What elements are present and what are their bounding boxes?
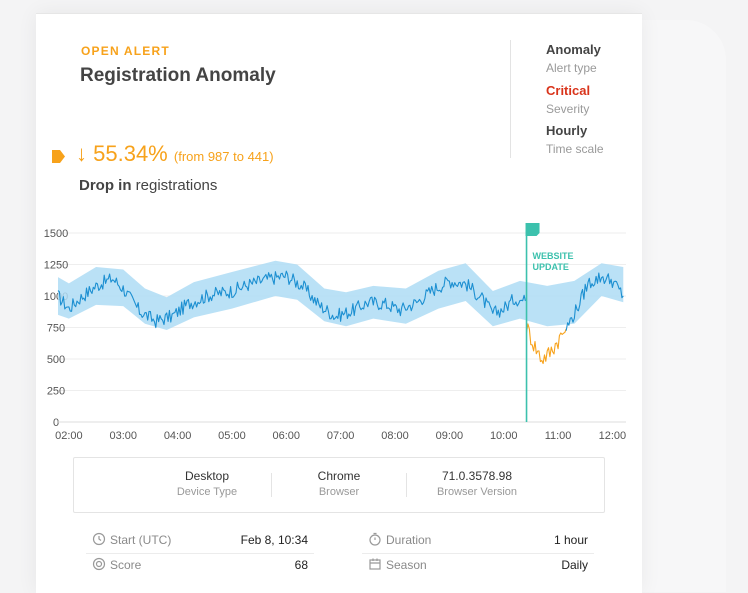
meta-time-scale-label: Time scale	[546, 142, 604, 156]
divider	[271, 473, 272, 497]
change-from-to: (from 987 to 441)	[173, 149, 274, 164]
x-tick-label: 04:00	[164, 430, 192, 442]
x-tick-label: 03:00	[109, 430, 137, 442]
y-tick-label: 1500	[44, 228, 68, 240]
x-tick-label: 07:00	[327, 430, 355, 442]
detail-duration-value: 1 hour	[553, 533, 588, 547]
dimension-browser-version-label: Browser Version	[436, 486, 518, 498]
clock-icon	[92, 532, 106, 546]
dimension-device-type: Desktop Device Type	[142, 469, 272, 498]
meta-time-scale: Hourly Time scale	[546, 123, 656, 156]
alert-meta: Anomaly Alert type Critical Severity Hou…	[510, 40, 604, 158]
meta-time-scale-value: Hourly	[546, 123, 588, 138]
meta-severity-value: Critical	[546, 83, 591, 98]
x-tick-label: 10:00	[490, 430, 518, 442]
meta-alert-type: Anomaly Alert type	[546, 42, 656, 75]
x-tick-label: 06:00	[273, 430, 301, 442]
dimension-browser: Chrome Browser	[274, 469, 404, 498]
detail-duration: Duration 1 hour	[362, 529, 594, 554]
flag-icon	[525, 223, 540, 236]
meta-alert-type-label: Alert type	[546, 61, 597, 75]
description-rest: registrations	[135, 177, 218, 194]
alert-title: Registration Anomaly	[80, 65, 276, 86]
score-icon	[92, 557, 106, 571]
detail-score-label: Score	[110, 558, 142, 572]
detail-start-value: Feb 8, 10:34	[240, 533, 308, 547]
dimension-browser-label: Browser	[318, 486, 360, 498]
dimension-browser-version: 71.0.3578.98 Browser Version	[412, 469, 542, 498]
x-tick-label: 11:00	[545, 430, 572, 442]
detail-season-value: Daily	[561, 558, 588, 572]
detail-duration-label: Duration	[386, 533, 432, 547]
dimension-device-type-label: Device Type	[176, 486, 238, 498]
stopwatch-icon	[369, 532, 381, 546]
meta-severity-label: Severity	[546, 102, 590, 116]
event-label-line2: UPDATE	[533, 262, 569, 272]
y-tick-label: 1250	[44, 260, 68, 272]
detail-season: Season Daily	[362, 554, 594, 578]
y-tick-label: 500	[47, 354, 65, 366]
alert-card[interactable]: OPEN ALERT Registration Anomaly Anomaly …	[36, 13, 642, 593]
detail-start: Start (UTC) Feb 8, 10:34	[86, 529, 314, 554]
x-tick-label: 12:00	[599, 430, 627, 442]
alert-status: OPEN ALERT	[81, 44, 170, 58]
divider	[406, 473, 407, 497]
x-tick-label: 02:00	[55, 430, 83, 442]
meta-alert-type-value: Anomaly	[546, 42, 601, 57]
y-tick-label: 250	[47, 386, 65, 398]
dimension-device-type-value: Desktop	[184, 469, 230, 483]
x-tick-label: 08:00	[381, 430, 409, 442]
detail-score: Score 68	[86, 554, 314, 578]
dimension-browser-version-value: 71.0.3578.98	[441, 469, 513, 483]
detail-score-value: 68	[294, 558, 308, 572]
description-bold: Drop in	[79, 177, 132, 194]
detail-start-label: Start (UTC)	[110, 533, 172, 547]
event-label-line1: WEBSITE	[533, 251, 574, 261]
change-percent: 55.34%	[93, 141, 168, 166]
y-tick-label: 0	[53, 417, 59, 429]
dimension-browser-value: Chrome	[317, 469, 361, 483]
x-tick-label: 05:00	[218, 430, 246, 442]
meta-severity: Critical Severity	[546, 83, 656, 116]
down-arrow-icon: ↓	[76, 141, 87, 166]
tag-icon	[52, 150, 65, 163]
y-tick-label: 750	[47, 323, 65, 335]
anomaly-series-line	[525, 323, 567, 365]
metric-description: Drop in registrations	[79, 177, 217, 194]
detail-season-label: Season	[386, 558, 427, 572]
anomaly-chart[interactable]: 150012501000750500250002:00 03:00 04:00 05:…	[36, 209, 642, 444]
x-tick-label: 09:00	[436, 430, 464, 442]
calendar-icon	[369, 558, 381, 570]
dimensions-box: Desktop Device Type Chrome Browser 71.0.…	[73, 457, 605, 513]
metric-change: ↓ 55.34% (from 987 to 441)	[76, 141, 274, 167]
